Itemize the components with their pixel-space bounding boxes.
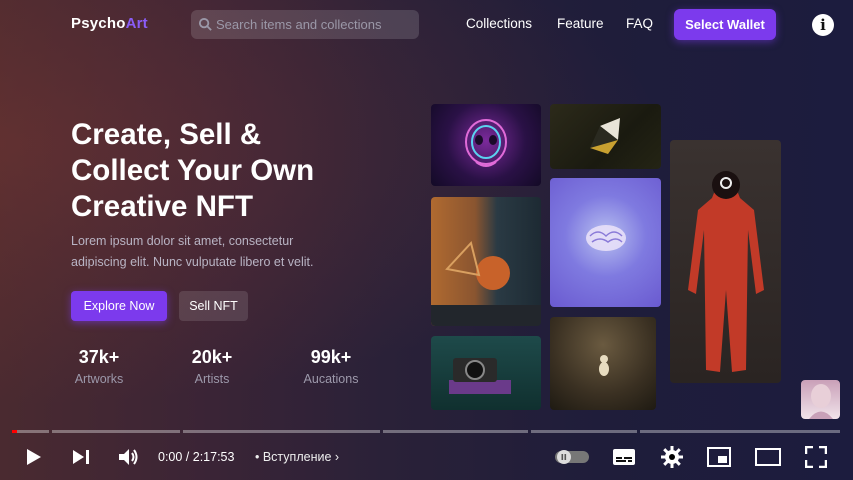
search-input[interactable]: Search items and collections [191, 10, 419, 39]
stat-artworks: 37k+ Artworks [74, 347, 124, 386]
nav-faq[interactable]: FAQ [626, 16, 653, 31]
camera-on-book-art [431, 336, 541, 410]
dark-gem-art [550, 104, 661, 169]
small-figure-art [550, 317, 656, 410]
search-placeholder: Search items and collections [216, 17, 382, 32]
progress-played [12, 430, 17, 433]
play-icon[interactable] [26, 448, 42, 466]
hero-subtitle: Lorem ipsum dolor sit amet, consectetur … [71, 234, 314, 269]
subtitles-icon[interactable] [612, 448, 636, 466]
logo[interactable]: PsychoArt [71, 15, 148, 32]
video-frame[interactable]: PsychoArt Search items and collections C… [0, 0, 853, 480]
hero-title: Create, Sell & Collect Your Own Creative… [71, 118, 315, 223]
video-progress-bar[interactable] [12, 430, 840, 433]
explore-now-button[interactable]: Explore Now [71, 291, 167, 321]
nav-feature[interactable]: Feature [557, 16, 604, 31]
fullscreen-icon[interactable] [805, 446, 827, 468]
glowing-brain-art [550, 178, 661, 307]
player-controls: 0:00 / 2:17:53 • Вступление › [0, 438, 853, 480]
channel-avatar[interactable] [801, 380, 840, 419]
autoplay-toggle-icon[interactable] [555, 450, 589, 464]
settings-icon[interactable] [661, 446, 683, 468]
sell-nft-button[interactable]: Sell NFT [179, 291, 248, 321]
miniplayer-icon[interactable] [707, 447, 731, 467]
nav-collections[interactable]: Collections [466, 16, 532, 31]
stat-auctions: 99k+ Aucations [303, 347, 359, 386]
stat-artists: 20k+ Artists [191, 347, 233, 386]
volume-icon[interactable] [118, 448, 140, 466]
select-wallet-button[interactable]: Select Wallet [674, 9, 776, 40]
search-icon [198, 17, 212, 31]
chapter-title[interactable]: • Вступление › [255, 450, 339, 464]
next-icon[interactable] [72, 449, 90, 465]
time-display: 0:00 / 2:17:53 [158, 450, 235, 464]
info-icon[interactable]: i [812, 14, 834, 36]
theater-icon[interactable] [755, 448, 781, 466]
neon-skull-art [431, 104, 541, 186]
orange-sculpture-art [431, 197, 541, 326]
red-jumpsuit-figure-art [670, 140, 781, 383]
